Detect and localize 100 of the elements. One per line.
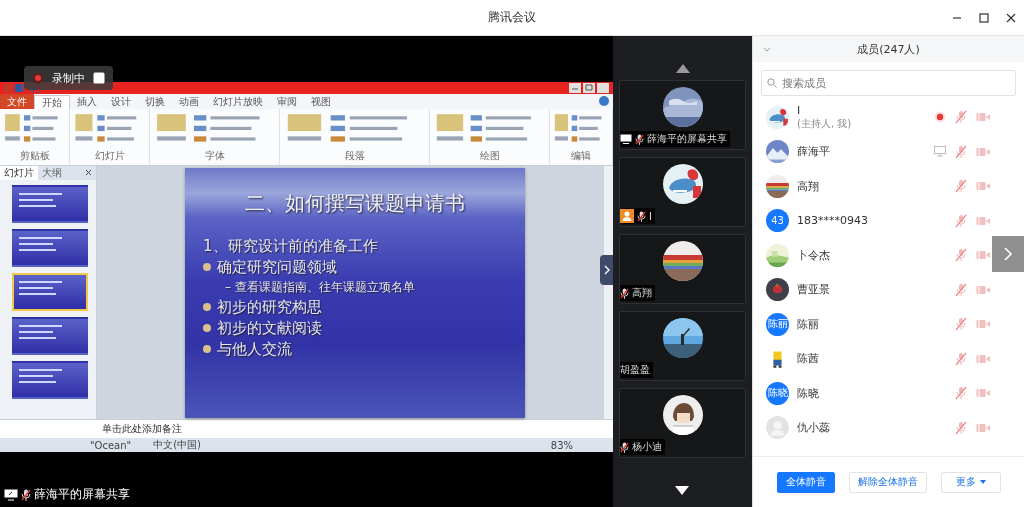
search-field[interactable]: 搜索成员 bbox=[761, 70, 1016, 96]
member-name: 陈丽 bbox=[797, 316, 820, 332]
muted-mic-icon[interactable] bbox=[955, 110, 967, 125]
ribbon-group-label: 段落 bbox=[344, 149, 365, 162]
member-name: 仇小蕊 bbox=[797, 420, 831, 436]
caret-icon bbox=[979, 480, 986, 484]
muted-mic-icon[interactable] bbox=[955, 213, 967, 228]
bullet-icon bbox=[203, 263, 211, 271]
muted-mic-icon[interactable] bbox=[955, 351, 967, 366]
video-tile[interactable]: 高翔 bbox=[619, 234, 746, 304]
ribbon-group-label: 剪贴板 bbox=[19, 149, 50, 162]
pane-tab[interactable]: 幻灯片 bbox=[0, 166, 38, 180]
participant-name: I bbox=[649, 210, 652, 222]
member-row[interactable]: 43 183****0943 bbox=[753, 203, 992, 238]
ribbon-tab[interactable]: 视图 bbox=[304, 94, 338, 109]
bullet-icon bbox=[203, 324, 211, 332]
video-tile[interactable]: 胡盈盈 bbox=[619, 311, 746, 381]
recording-label: 录制中 bbox=[52, 70, 85, 86]
mute-all-button[interactable]: 全体静音 bbox=[776, 471, 835, 493]
member-role: (主持人, 我) bbox=[797, 116, 853, 131]
status-text: 中文(中国) bbox=[153, 438, 201, 452]
slide-title: 二、如何撰写课题申请书 bbox=[244, 189, 466, 217]
slide-thumbnail[interactable] bbox=[12, 229, 88, 267]
muted-mic-icon bbox=[635, 133, 644, 145]
member-row[interactable]: 陈茜 bbox=[753, 341, 992, 376]
ribbon-tab[interactable]: 审阅 bbox=[270, 94, 304, 109]
camera-off-icon[interactable] bbox=[976, 112, 990, 123]
member-name: I bbox=[797, 103, 802, 117]
video-tile[interactable]: 薛海平的屏幕共享 bbox=[619, 80, 746, 150]
ribbon-tab[interactable]: 插入 bbox=[70, 94, 104, 109]
muted-mic-icon[interactable] bbox=[955, 420, 967, 435]
ribbon-tab[interactable]: 开始 bbox=[34, 94, 70, 109]
collapse-handle[interactable] bbox=[600, 255, 613, 285]
member-row[interactable]: 仇小蕊 bbox=[753, 410, 992, 445]
muted-mic-icon bbox=[620, 441, 629, 453]
camera-off-icon[interactable] bbox=[976, 388, 990, 399]
bullet-icon bbox=[203, 345, 211, 353]
participant-name: 胡盈盈 bbox=[620, 363, 650, 377]
zoom-level[interactable]: 83% bbox=[550, 439, 573, 451]
muted-mic-icon[interactable] bbox=[955, 144, 967, 159]
notes-placeholder[interactable]: 单击此处添加备注 bbox=[102, 422, 182, 436]
stop-icon[interactable] bbox=[93, 72, 105, 84]
member-name: 薛海平 bbox=[797, 144, 831, 160]
collapse-icon[interactable] bbox=[763, 47, 771, 52]
member-row[interactable]: 薛海平 bbox=[753, 134, 992, 169]
muted-mic-icon[interactable] bbox=[955, 386, 967, 401]
muted-mic-icon[interactable] bbox=[955, 248, 967, 263]
muted-mic-icon[interactable] bbox=[955, 317, 967, 332]
scroll-up-icon[interactable] bbox=[675, 64, 690, 73]
camera-off-icon[interactable] bbox=[976, 146, 990, 157]
expand-handle[interactable] bbox=[992, 236, 1024, 272]
pane-tab[interactable]: 大纲 bbox=[38, 166, 66, 180]
member-row[interactable]: I (主持人, 我) bbox=[753, 100, 992, 135]
maximize-icon[interactable] bbox=[979, 13, 989, 23]
slide-text: 初步的文献阅读 bbox=[217, 318, 322, 338]
member-name: 陈茜 bbox=[797, 351, 820, 367]
scroll-down-icon[interactable] bbox=[675, 486, 689, 495]
member-row[interactable]: 陈晓 陈晓 bbox=[753, 376, 992, 411]
slide-text: 与他人交流 bbox=[217, 339, 292, 359]
slide-thumbnail[interactable] bbox=[12, 185, 88, 223]
member-row[interactable]: 卜令杰 bbox=[753, 238, 992, 273]
ribbon-tab[interactable]: 设计 bbox=[104, 94, 138, 109]
ribbon-tab[interactable]: 幻灯片放映 bbox=[206, 94, 270, 109]
recording-badge[interactable]: 录制中 bbox=[24, 66, 113, 90]
member-row[interactable]: 曹亚景 bbox=[753, 272, 992, 307]
slide-thumbnail[interactable] bbox=[12, 273, 88, 311]
camera-off-icon[interactable] bbox=[976, 250, 990, 261]
ribbon-group-label: 绘图 bbox=[479, 149, 500, 162]
close-icon[interactable] bbox=[1006, 13, 1016, 23]
avatar: 43 bbox=[766, 209, 789, 233]
member-name: 卜令杰 bbox=[797, 247, 831, 263]
slide-thumbnail[interactable] bbox=[12, 361, 88, 399]
slide-text: – 查看课题指南、往年课题立项名单 bbox=[225, 278, 415, 296]
member-row[interactable]: 陈丽 陈丽 bbox=[753, 307, 992, 342]
slide-thumbnail[interactable] bbox=[12, 317, 88, 355]
camera-off-icon[interactable] bbox=[976, 353, 990, 364]
member-row[interactable]: 高翔 bbox=[753, 169, 992, 204]
camera-off-icon[interactable] bbox=[976, 422, 990, 433]
more-menu-button[interactable]: 更多 bbox=[940, 471, 1001, 493]
participant-name: 高翔 bbox=[632, 286, 652, 300]
slide-text: 1、研究设计前的准备工作 bbox=[203, 236, 378, 256]
member-name: 陈晓 bbox=[797, 385, 820, 401]
search-icon bbox=[767, 78, 777, 88]
close-icon[interactable] bbox=[85, 169, 92, 176]
member-name: 高翔 bbox=[797, 178, 820, 194]
member-name: 183****0943 bbox=[797, 214, 869, 228]
muted-mic-icon bbox=[620, 287, 629, 299]
video-tile[interactable]: 杨小迪 bbox=[619, 388, 746, 458]
muted-mic-icon[interactable] bbox=[955, 282, 967, 297]
camera-off-icon[interactable] bbox=[976, 284, 990, 295]
camera-off-icon[interactable] bbox=[976, 181, 990, 192]
camera-off-icon[interactable] bbox=[976, 319, 990, 330]
ribbon-tab[interactable]: 文件 bbox=[0, 94, 34, 109]
unmute-all-button[interactable]: 解除全体静音 bbox=[848, 471, 927, 493]
video-tile[interactable]: I bbox=[619, 157, 746, 227]
share-label: 薛海平的屏幕共享 bbox=[34, 486, 130, 503]
ribbon-tab[interactable]: 切换 bbox=[138, 94, 172, 109]
camera-off-icon[interactable] bbox=[976, 215, 990, 226]
muted-mic-icon[interactable] bbox=[955, 179, 967, 194]
ribbon-tab[interactable]: 动画 bbox=[172, 94, 206, 109]
